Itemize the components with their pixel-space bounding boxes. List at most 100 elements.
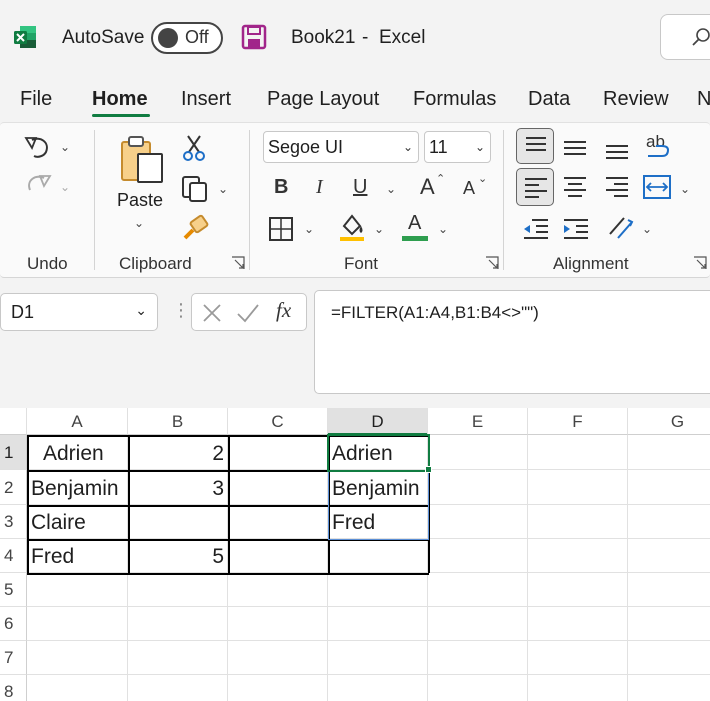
cut-icon[interactable] <box>183 134 205 162</box>
italic-button[interactable]: I <box>316 176 323 199</box>
tab-home[interactable]: Home <box>92 88 148 111</box>
row-header-2[interactable]: 2 <box>0 470 27 505</box>
cell-a1[interactable]: Adrien <box>43 438 136 469</box>
orientation-icon[interactable] <box>606 212 636 242</box>
decrease-indent-icon[interactable] <box>520 214 550 242</box>
row-header-3[interactable]: 3 <box>0 505 27 539</box>
cell-a4[interactable]: Fred <box>31 542 124 572</box>
paste-icon[interactable] <box>118 134 166 186</box>
autosave-state: Off <box>185 27 209 47</box>
undo-icon[interactable] <box>24 134 52 160</box>
clipboard-launcher-icon[interactable] <box>231 256 245 270</box>
paste-label[interactable]: Paste <box>117 190 163 211</box>
align-bottom-icon[interactable] <box>602 134 632 162</box>
insert-function-button[interactable]: fx <box>276 298 291 323</box>
increase-indent-icon[interactable] <box>560 214 590 242</box>
font-color-button[interactable]: A <box>402 212 430 244</box>
column-header-d[interactable]: D <box>328 408 428 435</box>
row-header-5[interactable]: 5 <box>0 573 27 607</box>
row-header-8[interactable]: 8 <box>0 675 27 701</box>
cell-b1[interactable]: 2 <box>132 438 224 469</box>
align-middle-icon[interactable] <box>560 134 590 162</box>
borders-icon[interactable] <box>268 216 294 242</box>
align-center-icon[interactable] <box>560 172 590 202</box>
tab-file[interactable]: File <box>20 88 52 111</box>
font-size-select[interactable]: 11 ⌄ <box>424 131 491 163</box>
cell-border <box>328 539 330 573</box>
cell-a3[interactable]: Claire <box>31 508 124 538</box>
paste-dropdown-icon[interactable]: ⌄ <box>134 216 144 230</box>
copy-icon[interactable] <box>181 175 209 203</box>
tab-overflow[interactable]: N <box>697 88 710 111</box>
more-options-icon[interactable]: ⋮ <box>172 300 190 321</box>
app-name: Excel <box>379 27 426 48</box>
cell-border <box>128 573 229 575</box>
align-right-icon[interactable] <box>602 172 632 202</box>
group-label-clipboard: Clipboard <box>119 254 192 273</box>
column-header-c[interactable]: C <box>228 408 328 435</box>
row-header-4[interactable]: 4 <box>0 539 27 573</box>
name-box[interactable]: D1 ⌄ <box>0 293 158 331</box>
row-header-7[interactable]: 7 <box>0 641 27 675</box>
undo-dropdown-icon[interactable]: ⌄ <box>60 140 70 154</box>
align-top-button[interactable] <box>516 128 554 164</box>
fill-color-icon[interactable] <box>338 212 366 242</box>
excel-logo-icon <box>14 26 36 48</box>
row-header-1[interactable]: 1 <box>0 435 27 470</box>
align-top-icon <box>526 137 546 151</box>
copy-dropdown-icon[interactable]: ⌄ <box>218 182 228 196</box>
underline-button[interactable]: U <box>353 176 367 199</box>
cell-a2[interactable]: Benjamin <box>31 473 128 504</box>
column-header-a[interactable]: A <box>27 408 128 435</box>
fill-handle[interactable] <box>425 466 432 473</box>
column-header-g[interactable]: G <box>628 408 710 435</box>
tab-page-layout[interactable]: Page Layout <box>267 88 379 111</box>
chevron-down-icon: ⌄ <box>402 140 413 154</box>
row-header-6[interactable]: 6 <box>0 607 27 641</box>
underline-dropdown-icon[interactable]: ⌄ <box>386 182 396 196</box>
tab-insert[interactable]: Insert <box>181 88 231 111</box>
font-launcher-icon[interactable] <box>485 256 499 270</box>
font-name-value: Segoe UI <box>268 137 344 157</box>
column-header-e[interactable]: E <box>428 408 528 435</box>
cell-border <box>27 573 129 575</box>
cell-border <box>128 435 130 470</box>
tab-review[interactable]: Review <box>603 88 669 111</box>
cell-b4[interactable]: 5 <box>132 542 224 572</box>
bold-button[interactable]: B <box>274 176 288 199</box>
formula-input[interactable]: =FILTER(A1:A4,B1:B4<>"") <box>314 290 710 394</box>
cell-border <box>328 573 429 575</box>
grow-font-caret-icon: ⌃ <box>436 173 446 185</box>
tab-formulas[interactable]: Formulas <box>413 88 496 111</box>
enter-icon[interactable] <box>235 301 261 325</box>
document-title: Book21 <box>291 27 356 48</box>
redo-dropdown-icon[interactable]: ⌄ <box>60 180 70 194</box>
alignment-launcher-icon[interactable] <box>693 256 707 270</box>
borders-dropdown-icon[interactable]: ⌄ <box>304 222 314 236</box>
orientation-dropdown-icon[interactable]: ⌄ <box>642 222 652 236</box>
merge-center-icon[interactable] <box>642 172 672 202</box>
font-name-select[interactable]: Segoe UI ⌄ <box>263 131 419 163</box>
tab-data[interactable]: Data <box>528 88 570 111</box>
autosave-toggle[interactable]: Off <box>151 22 223 54</box>
select-all-corner[interactable] <box>0 408 27 435</box>
cell-b2[interactable]: 3 <box>132 473 224 504</box>
shrink-font-button[interactable]: A <box>463 178 475 199</box>
wrap-text-button[interactable]: ab <box>644 132 674 164</box>
fill-color-dropdown-icon[interactable]: ⌄ <box>374 222 384 236</box>
cell-border <box>27 539 129 541</box>
wrap-text-icon <box>648 145 670 157</box>
font-color-dropdown-icon[interactable]: ⌄ <box>438 222 448 236</box>
column-header-b[interactable]: B <box>128 408 228 435</box>
name-box-value: D1 <box>11 302 35 322</box>
grow-font-button[interactable]: A <box>420 174 435 200</box>
cancel-icon[interactable] <box>200 301 224 325</box>
search-box[interactable] <box>660 14 710 60</box>
merge-dropdown-icon[interactable]: ⌄ <box>680 182 690 196</box>
save-icon[interactable] <box>241 24 267 50</box>
align-left-button[interactable] <box>516 168 554 206</box>
redo-icon[interactable] <box>24 172 52 198</box>
format-painter-icon[interactable] <box>181 214 209 242</box>
column-header-f[interactable]: F <box>528 408 628 435</box>
cell-border <box>228 539 230 573</box>
